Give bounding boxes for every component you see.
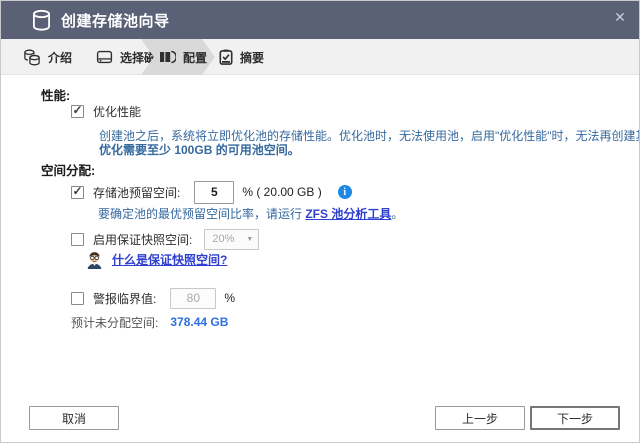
- snapshot-space-label: 启用保证快照空间:: [93, 232, 193, 247]
- step-label-summary: 摘要: [240, 50, 265, 65]
- titlebar: 创建存储池向导 ✕: [1, 1, 639, 39]
- storage-cylinder-icon: [31, 9, 52, 32]
- unallocated-space-label: 预计未分配空间:: [71, 315, 159, 330]
- step-label-introduction: 介绍: [48, 50, 73, 65]
- step-introduction[interactable]: 介绍: [23, 39, 72, 75]
- unallocated-space-value: 378.44 GB: [170, 315, 229, 329]
- step-summary[interactable]: 摘要: [219, 39, 264, 75]
- snapshot-space-checkbox[interactable]: [71, 232, 84, 246]
- clipboard-check-icon: [219, 49, 233, 65]
- checkmark-icon: ✓: [72, 103, 83, 117]
- chevron-down-icon: ▼: [246, 235, 254, 243]
- zfs-hint-prefix: 要确定池的最优预留空间比率，请运行: [98, 207, 306, 221]
- step-label-configure: 配置: [183, 50, 208, 65]
- create-storage-pool-wizard-dialog: 创建存储池向导 ✕ 介绍 选择磁盘 配置 摘要 性能: ✓ 优化性能 创建池之后…: [0, 0, 640, 443]
- cancel-button[interactable]: 取消: [29, 406, 119, 430]
- optimize-performance-checkbox[interactable]: ✓: [71, 103, 84, 118]
- alert-threshold-input: [170, 287, 217, 309]
- disk-drive-icon: [96, 49, 113, 65]
- snapshot-space-select-value: 20%: [212, 233, 235, 245]
- space-allocation-section-label: 空间分配:: [41, 164, 96, 178]
- reserved-space-checkbox[interactable]: ✓: [71, 184, 84, 199]
- back-button[interactable]: 上一步: [435, 406, 525, 430]
- pool-volume-icon: [158, 49, 176, 65]
- snapshot-space-select: 20% ▼: [204, 228, 260, 250]
- reserved-space-row: ✓ 存储池预留空间: % ( 20.00 GB ) i: [71, 179, 352, 205]
- intro-cylinders-icon: [23, 49, 41, 66]
- zfs-hint-suffix: 。: [391, 207, 404, 221]
- performance-section-label: 性能:: [41, 89, 71, 103]
- checkmark-icon: ✓: [72, 184, 83, 198]
- snapshot-space-row: 启用保证快照空间: 20% ▼: [71, 227, 260, 251]
- optimize-performance-label: 优化性能: [93, 104, 142, 119]
- info-icon[interactable]: i: [337, 185, 352, 199]
- alert-threshold-suffix: %: [224, 291, 236, 305]
- snapshot-help-link[interactable]: 什么是保证快照空间?: [112, 251, 227, 268]
- optimize-description-line2: 优化需要至少 100GB 的可用池空间。: [99, 143, 300, 157]
- zfs-analyzer-link[interactable]: ZFS 池分析工具: [305, 207, 391, 221]
- snapshot-help-row: 什么是保证快照空间?: [85, 249, 227, 269]
- alert-threshold-label: 警报临界值:: [93, 291, 157, 306]
- wizard-step-bar: 介绍 选择磁盘 配置 摘要: [1, 39, 639, 75]
- optimize-performance-row: ✓ 优化性能: [71, 102, 141, 120]
- reserved-space-label: 存储池预留空间:: [93, 185, 181, 200]
- close-icon[interactable]: ✕: [611, 8, 629, 26]
- help-mascot-icon: [85, 250, 104, 269]
- zfs-hint-line: 要确定池的最优预留空间比率，请运行 ZFS 池分析工具。: [98, 205, 403, 222]
- unallocated-space-row: 预计未分配空间: 378.44 GB: [71, 314, 228, 330]
- dialog-title: 创建存储池向导: [61, 12, 170, 30]
- alert-threshold-row: 警报临界值: %: [71, 286, 235, 310]
- reserved-space-suffix: % ( 20.00 GB ): [242, 185, 322, 199]
- alert-threshold-checkbox[interactable]: [71, 291, 84, 305]
- reserved-space-input[interactable]: [194, 180, 235, 204]
- next-button[interactable]: 下一步: [530, 406, 620, 430]
